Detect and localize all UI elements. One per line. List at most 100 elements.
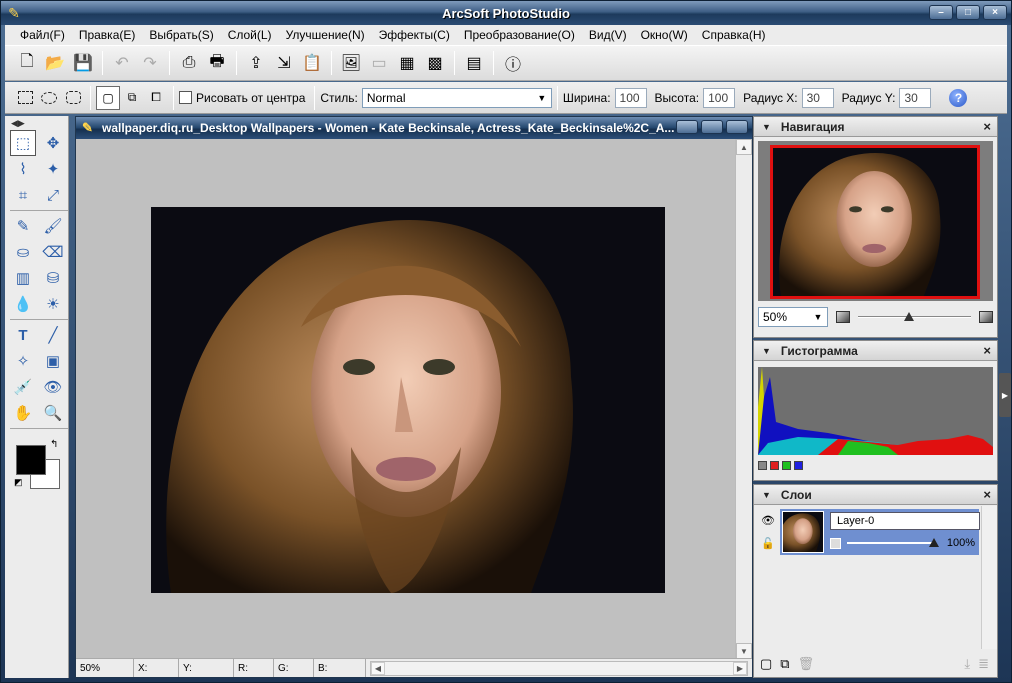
menu-window[interactable]: Окно(W) (634, 28, 695, 42)
close-button[interactable]: × (983, 5, 1007, 20)
navigator-preview[interactable] (758, 141, 993, 301)
import-icon[interactable]: ⇲ (270, 49, 298, 77)
histogram-panel-header[interactable]: ▼ Гистограмма × (754, 341, 997, 361)
fill-bucket-tool-icon[interactable]: ⛁ (40, 265, 66, 291)
channel-blue-icon[interactable] (794, 461, 803, 470)
magic-wand-tool-icon[interactable]: ✦ (40, 156, 66, 182)
photo-canvas[interactable] (151, 207, 665, 593)
brush-tool-icon[interactable]: 🖌 (40, 213, 66, 239)
clone-stamp-tool-icon[interactable]: ⛀ (10, 239, 36, 265)
rect-select-mode-icon[interactable] (13, 86, 37, 110)
layers-scrollbar[interactable] (981, 506, 997, 649)
delete-layer-icon[interactable]: 🗑 (798, 656, 815, 672)
eraser-tool-icon[interactable]: ⌫ (40, 239, 66, 265)
save-icon[interactable]: 💾 (69, 49, 97, 77)
marquee-tool-icon[interactable]: ⬚ (10, 130, 36, 156)
scan-icon[interactable]: ⎙ (175, 49, 203, 77)
info-icon[interactable]: ⓘ (499, 49, 527, 77)
canvas-area[interactable] (76, 139, 736, 659)
frame-icon[interactable]: ▭ (365, 49, 393, 77)
layout-icon[interactable]: ▦ (393, 49, 421, 77)
scroll-right-icon[interactable]: ▶ (733, 661, 747, 675)
collapse-icon[interactable]: ▼ (762, 122, 771, 132)
subtract-selection-icon[interactable]: ⧠ (144, 86, 168, 110)
red-eye-tool-icon[interactable]: 👁 (40, 374, 66, 400)
paste-icon[interactable]: 📋 (298, 49, 326, 77)
album-icon[interactable]: ▩ (421, 49, 449, 77)
menu-enhance[interactable]: Улучшение(N) (279, 28, 372, 42)
expand-panels-icon[interactable]: ▶ (999, 373, 1011, 417)
flatten-icon[interactable]: ≣ (978, 656, 989, 672)
transform-tool-icon[interactable]: ⤢ (40, 182, 66, 208)
height-input[interactable]: 100 (703, 87, 736, 108)
menu-edit[interactable]: Правка(E) (72, 28, 143, 42)
doc-close-button[interactable] (726, 120, 748, 134)
layer-row[interactable]: 👁 🔓 Layer-0 100% (756, 509, 980, 555)
eyedropper-tool-icon[interactable]: 💉 (10, 374, 36, 400)
help-icon[interactable]: ? (949, 88, 968, 107)
doc-minimize-button[interactable] (676, 120, 698, 134)
lasso-tool-icon[interactable]: ⌇ (10, 156, 36, 182)
line-tool-icon[interactable]: ╱ (40, 322, 66, 348)
scroll-left-icon[interactable]: ◀ (371, 661, 385, 675)
channel-green-icon[interactable] (782, 461, 791, 470)
ellipse-select-mode-icon[interactable] (37, 86, 61, 110)
open-icon[interactable]: 📂 (41, 49, 69, 77)
zoom-tool-icon[interactable]: 🔍 (40, 400, 66, 426)
navigation-panel-header[interactable]: ▼ Навигация × (754, 117, 997, 137)
move-tool-icon[interactable]: ✥ (40, 130, 66, 156)
zoom-in-icon[interactable] (979, 311, 993, 323)
nav-zoom-slider-thumb[interactable] (903, 312, 914, 321)
chevron-down-icon[interactable]: ▼ (533, 89, 551, 107)
merge-down-icon[interactable]: ⤓ (964, 656, 970, 672)
crop-tool-icon[interactable]: ⌗ (10, 182, 36, 208)
export-icon[interactable]: ⇪ (242, 49, 270, 77)
add-selection-icon[interactable]: ⧉ (120, 86, 144, 110)
new-icon[interactable]: 🗋 (13, 49, 41, 77)
collapse-icon[interactable]: ▼ (762, 490, 771, 500)
palette-grip-icon[interactable]: ◀▶ (5, 116, 68, 130)
gradient-tool-icon[interactable]: ▥ (10, 265, 36, 291)
zoom-out-icon[interactable] (836, 311, 850, 323)
new-layer-icon[interactable]: ▢ (760, 656, 772, 672)
menu-transform[interactable]: Преобразование(O) (457, 28, 582, 42)
minimize-button[interactable]: – (929, 5, 953, 20)
layer-opacity-slider[interactable] (847, 537, 939, 549)
redo-icon[interactable]: ↷ (136, 49, 164, 77)
image-icon[interactable]: 🖼 (337, 49, 365, 77)
reset-colors-icon[interactable]: ◩ (14, 477, 23, 488)
new-selection-icon[interactable]: ▢ (96, 85, 120, 110)
hand-tool-icon[interactable]: ✋ (10, 400, 36, 426)
collapse-icon[interactable]: ▼ (762, 346, 771, 356)
radius-y-input[interactable]: 30 (899, 87, 932, 108)
lock-icon[interactable]: 🔓 (761, 537, 775, 550)
nav-zoom-slider[interactable] (858, 310, 971, 324)
horizontal-scrollbar[interactable]: ◀ ▶ (370, 660, 748, 676)
nav-zoom-select[interactable]: 50% ▼ (758, 307, 828, 327)
layer-name-input[interactable]: Layer-0 (830, 512, 980, 530)
pencil-tool-icon[interactable]: ✎ (10, 213, 36, 239)
menu-help[interactable]: Справка(H) (695, 28, 773, 42)
maximize-button[interactable]: □ (956, 5, 980, 20)
menu-layer[interactable]: Слой(L) (221, 28, 279, 42)
radius-x-input[interactable]: 30 (801, 87, 834, 108)
blur-tool-icon[interactable]: 💧 (10, 291, 36, 317)
menu-view[interactable]: Вид(V) (582, 28, 634, 42)
rounded-rect-select-mode-icon[interactable] (61, 86, 85, 110)
swap-colors-icon[interactable]: ↰ (50, 439, 58, 450)
width-input[interactable]: 100 (614, 87, 647, 108)
duplicate-layer-icon[interactable]: ⧉ (780, 656, 789, 672)
document-title-bar[interactable]: ✎ wallpaper.diq.ru_Desktop Wallpapers - … (76, 117, 752, 139)
text-tool-icon[interactable]: T (10, 322, 36, 348)
foreground-color-swatch[interactable] (16, 445, 46, 475)
close-icon[interactable]: × (983, 343, 991, 358)
rectangle-tool-icon[interactable]: ▣ (40, 348, 66, 374)
menu-select[interactable]: Выбрать(S) (142, 28, 220, 42)
title-bar[interactable]: ✎ ArcSoft PhotoStudio – □ × (1, 1, 1011, 25)
chevron-down-icon[interactable]: ▼ (809, 308, 827, 326)
layers-panel-header[interactable]: ▼ Слои × (754, 485, 997, 505)
visibility-eye-icon[interactable]: 👁 (761, 514, 775, 527)
close-icon[interactable]: × (983, 487, 991, 502)
shape-tool-icon[interactable]: ✧ (10, 348, 36, 374)
print-icon[interactable]: 🖶 (203, 49, 231, 77)
